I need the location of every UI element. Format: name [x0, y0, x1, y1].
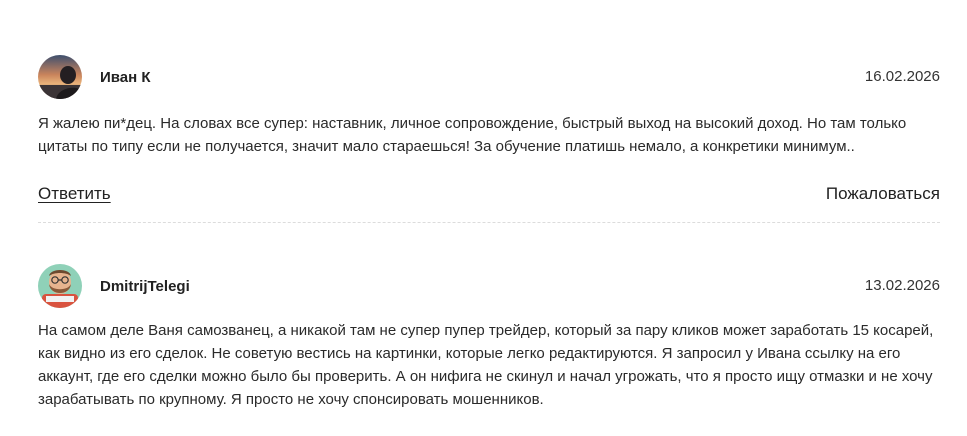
comment-date: 13.02.2026 [864, 277, 940, 294]
comment-date: 16.02.2026 [864, 68, 940, 85]
comment-text: Я жалею пи*дец. На словах все супер: нас… [38, 115, 907, 155]
comment-divider [38, 222, 940, 223]
comment-actions: Ответить Пожаловаться [38, 184, 940, 208]
report-button[interactable]: Пожаловаться [826, 184, 940, 204]
sunset-portrait-icon [38, 55, 82, 99]
comment-header: Иван К 16.02.2026 [38, 54, 940, 100]
avatar[interactable] [38, 55, 82, 99]
comment-item: Иван К 16.02.2026 Я жалею пи*дец. На сло… [38, 54, 940, 158]
comment-header: DmitrijTelegi 13.02.2026 [38, 263, 940, 309]
avatar[interactable] [38, 264, 82, 308]
comment-author: DmitrijTelegi [100, 277, 190, 295]
comment-text: На самом деле Ваня самозванец, а никакой… [38, 322, 934, 408]
cartoon-bearded-man-icon [38, 264, 82, 308]
reply-button[interactable]: Ответить [38, 184, 111, 204]
comment-author: Иван К [100, 68, 151, 86]
comment-item: DmitrijTelegi 13.02.2026 На самом деле В… [38, 263, 940, 411]
